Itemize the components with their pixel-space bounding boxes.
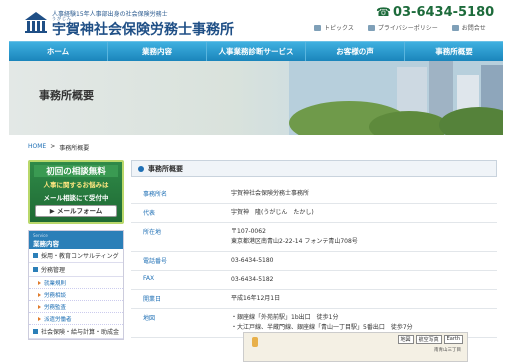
menu-item-social-insurance[interactable]: 社会保険・給与計算・助成金 [29,325,123,339]
map-type-controls: 地図 航空写真 Earth [397,335,463,344]
table-row: FAX 03-6434-5182 [131,270,497,290]
consult-subline-2: メール相談にて受付中 [43,194,109,202]
section-title: 事務所概要 [131,160,497,177]
consult-subline: 人事に関するお悩みは [43,181,109,189]
table-row: 開業日 平成16年12月1日 [131,289,497,309]
breadcrumb: HOME > 事務所概要 [28,143,89,152]
table-row: 代表 宇賀神 隆(うがじん たかし) [131,203,497,223]
table-row: 電話番号 03-6434-5180 [131,251,497,271]
arrow-icon [38,280,41,285]
map-type-earth[interactable]: Earth [443,335,463,344]
phone-number: ☎ 03-6434-5180 [376,5,494,20]
row-label: 事務所名 [131,185,227,204]
map-type-satellite[interactable]: 航空写真 [415,335,442,344]
row-label: 代表 [131,203,227,223]
row-value: 宇賀神 隆(うがじん たかし) [227,203,497,223]
topics-link[interactable]: トピックス [314,23,354,32]
nav-home[interactable]: ホーム [9,42,108,61]
breadcrumb-current: 事務所概要 [59,145,90,152]
row-label: 地図 [131,308,227,338]
row-value: 03-6434-5182 [227,270,497,290]
hero-title: 事務所概要 [39,89,94,102]
nav-office-profile[interactable]: 事務所概要 [405,42,503,61]
row-label: 開業日 [131,289,227,309]
privacy-policy-link[interactable]: プライバシーポリシー [367,23,438,32]
arrow-icon [38,292,41,297]
breadcrumb-separator: > [50,143,56,150]
service-menu-header: Service 業務内容 [29,231,123,249]
mail-form-button[interactable]: ▶ メールフォーム [35,205,117,217]
submenu-labor-consultation[interactable]: 労務相談 [29,289,123,301]
submenu-labor-audit[interactable]: 労務監査 [29,301,123,313]
street-view-pegman-icon[interactable] [252,337,258,347]
arrow-icon [38,316,41,321]
row-label: 所在地 [131,222,227,252]
bullet-icon [33,267,38,272]
row-value: 〒107-0062 東京都港区南青山2-22-14 フォンテ青山708号 [227,222,497,252]
map-type-map[interactable]: 地図 [397,335,414,344]
table-row: 事務所名 宇賀神社会保険労務士事務所 [131,185,497,204]
main-content: 事務所概要 事務所名 宇賀神社会保険労務士事務所 代表 宇賀神 隆(うがじん たかし… [131,160,497,362]
bullet-icon [33,329,38,334]
sidebar: 初回の相談無料 人事に関するお悩みは メール相談にて受付中 ▶ メールフォーム … [28,160,124,358]
breadcrumb-home[interactable]: HOME [28,143,46,152]
office-name[interactable]: 宇賀神社会保険労務士事務所 [52,19,234,39]
bullet-icon [33,253,38,258]
row-value: 宇賀神社会保険労務士事務所 [227,185,497,204]
bullet-icon [138,165,144,172]
site-header: 人事経験15年人事部出身の社会保険労務士 うがじん 宇賀神社会保険労務士事務所 … [0,0,512,42]
submenu-dispatch-workers[interactable]: 派遣労働者 [29,313,123,325]
office-info-table: 事務所名 宇賀神社会保険労務士事務所 代表 宇賀神 隆(うがじん たかし) 所在地〒… [131,185,497,338]
lock-icon [367,24,375,31]
row-value: 平成16年12月1日 [227,289,497,309]
submenu-work-rules[interactable]: 就業規則 [29,277,123,289]
document-icon [314,24,321,31]
row-label: FAX [131,270,227,290]
consult-headline: 初回の相談無料 [34,165,118,177]
map-place-label: 南青山三丁目 [434,348,461,353]
logo-icon [25,12,47,33]
row-label: 電話番号 [131,251,227,271]
city-skyline-image [289,61,503,135]
menu-item-labor-management[interactable]: 労務管理 [29,263,123,277]
utility-links: トピックス プライバシーポリシー お問合せ [314,23,486,32]
nav-services[interactable]: 業務内容 [108,42,207,61]
mail-icon [451,24,459,31]
nav-hr-diagnosis[interactable]: 人事業務診断サービス [207,42,306,61]
service-menu: Service 業務内容 採用・教育コンサルティング 労務管理 就業規則 労務相… [28,230,124,340]
global-nav: ホーム 業務内容 人事業務診断サービス お客様の声 事務所概要 [9,41,503,61]
phone-icon: ☎ [376,5,391,19]
menu-item-recruitment[interactable]: 採用・教育コンサルティング [29,249,123,263]
table-row: 所在地 〒107-0062 東京都港区南青山2-22-14 フォンテ青山708号 [131,222,497,252]
hero-banner: 事務所概要 [9,61,503,135]
nav-testimonials[interactable]: お客様の声 [306,42,405,61]
free-consultation-banner[interactable]: 初回の相談無料 人事に関するお悩みは メール相談にて受付中 ▶ メールフォーム [28,160,124,224]
phone-text: 03-6434-5180 [392,5,495,20]
row-value: 03-6434-5180 [227,251,497,271]
contact-link[interactable]: お問合せ [451,23,486,32]
arrow-icon [38,304,41,309]
